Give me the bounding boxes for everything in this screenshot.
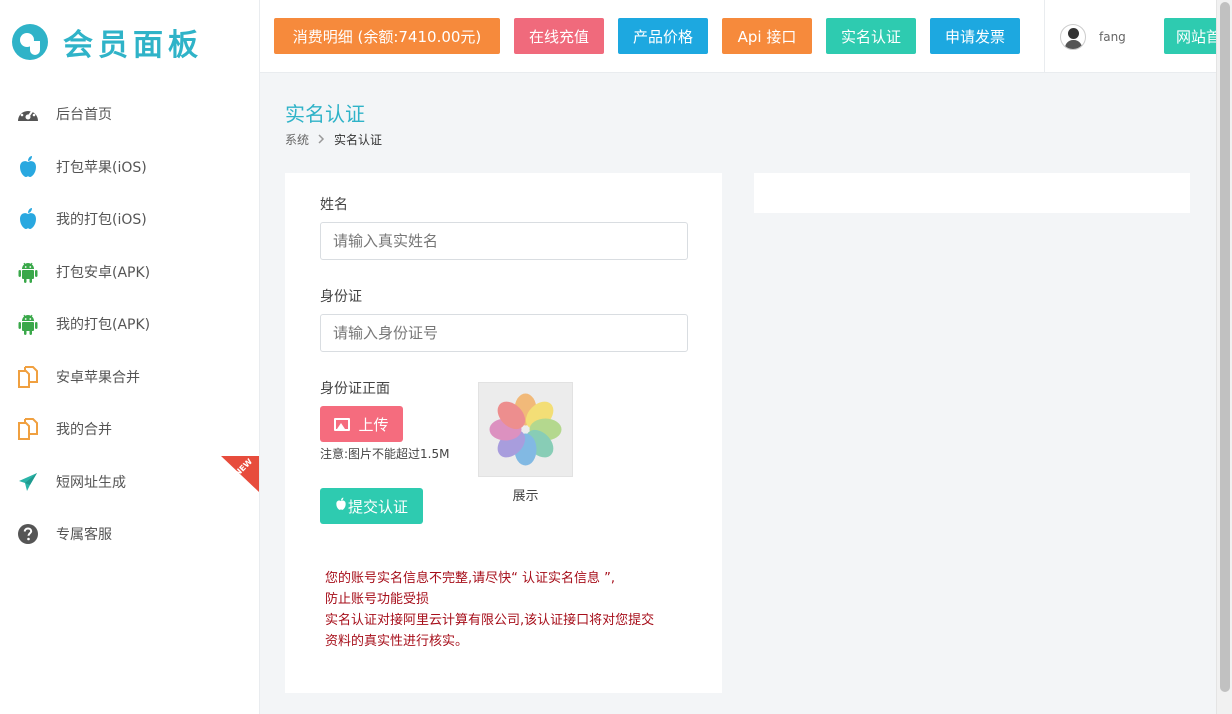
copy-icon (16, 365, 40, 389)
sidebar-item-label: 打包安卓(APK) (56, 264, 151, 281)
android-icon (16, 312, 40, 336)
upload-note: 注意:图片不能超过1.5M (320, 447, 450, 461)
top-bar: 消费明细 (余额:7410.00元) 在线充值 产品价格 Api 接口 实名认证… (260, 0, 1216, 73)
pricing-button[interactable]: 产品价格 (618, 18, 708, 54)
photos-icon (489, 393, 562, 466)
verification-button[interactable]: 实名认证 (826, 18, 916, 54)
recharge-button[interactable]: 在线充值 (514, 18, 604, 54)
new-badge: NEW (221, 455, 259, 492)
id-number-input[interactable] (320, 314, 688, 352)
verification-form: 姓名 身份证 身份证正面 上传 注意:图片不能超过1.5M 展示 提交认证 (285, 173, 722, 693)
warning-line: 实名认证对接阿里云计算有限公司,该认证接口将对您提交 (325, 613, 655, 628)
username[interactable]: fang (1099, 30, 1126, 44)
image-icon (334, 417, 351, 431)
logo-icon (12, 24, 48, 60)
apple-icon (16, 207, 40, 231)
site-home-button[interactable]: 网站首 (1164, 18, 1216, 54)
breadcrumb-root[interactable]: 系统 (285, 131, 309, 148)
warning-line: 防止账号功能受损 (325, 592, 430, 607)
sidebar: 会员面板 后台首页 打包苹果(iOS) 我的打包(iOS) 打包安卓(APK) (0, 0, 260, 714)
android-icon (16, 260, 40, 284)
sidebar-menu: 后台首页 打包苹果(iOS) 我的打包(iOS) 打包安卓(APK) 我的打包(… (0, 88, 259, 561)
preview-label: 展示 (512, 489, 539, 504)
submit-button-label: 提交认证 (347, 497, 408, 516)
page-title: 实名认证 (285, 102, 365, 126)
sidebar-item-support[interactable]: 专属客服 (0, 508, 259, 561)
id-front-label: 身份证正面 (320, 381, 390, 397)
apple-icon (335, 497, 347, 515)
scrollbar[interactable] (1216, 0, 1232, 714)
sidebar-item-label: 我的打包(APK) (56, 317, 151, 334)
sidebar-item-label: 短网址生成 (56, 474, 126, 491)
logo[interactable]: 会员面板 (12, 20, 203, 64)
scrollbar-thumb[interactable] (1220, 2, 1230, 692)
name-label: 姓名 (320, 197, 348, 213)
upload-button-label: 上传 (358, 415, 389, 434)
upload-button[interactable]: 上传 (320, 406, 403, 442)
sidebar-item-label: 后台首页 (56, 107, 112, 124)
breadcrumb-current: 实名认证 (334, 133, 383, 147)
sidebar-item-pack-apk[interactable]: 打包安卓(APK) (0, 246, 259, 299)
plane-icon (16, 470, 40, 494)
submit-button[interactable]: 提交认证 (320, 488, 423, 524)
sidebar-item-my-ios[interactable]: 我的打包(iOS) (0, 193, 259, 246)
invoice-button[interactable]: 申请发票 (930, 18, 1020, 54)
name-input[interactable] (320, 222, 688, 260)
sidebar-item-pack-ios[interactable]: 打包苹果(iOS) (0, 141, 259, 194)
avatar[interactable] (1060, 24, 1086, 50)
billing-button[interactable]: 消费明细 (余额:7410.00元) (274, 18, 500, 54)
copy-icon (16, 417, 40, 441)
sidebar-item-label: 安卓苹果合并 (56, 369, 140, 386)
api-button[interactable]: Api 接口 (722, 18, 812, 54)
id-label: 身份证 (320, 289, 362, 305)
info-panel (754, 173, 1190, 213)
sidebar-item-short-url[interactable]: 短网址生成 NEW (0, 455, 259, 509)
warning-line: 资料的真实性进行核实。 (325, 634, 469, 649)
image-preview (478, 382, 573, 477)
sidebar-item-label: 我的合并 (56, 422, 112, 439)
divider (1044, 0, 1045, 72)
sidebar-item-label: 专属客服 (56, 527, 112, 544)
question-icon (16, 522, 40, 546)
dashboard-icon (16, 102, 40, 126)
sidebar-item-dashboard[interactable]: 后台首页 (0, 88, 259, 141)
sidebar-item-my-merge[interactable]: 我的合并 (0, 403, 259, 456)
sidebar-item-merge[interactable]: 安卓苹果合并 (0, 351, 259, 404)
logo-text: 会员面板 (63, 28, 203, 63)
chevron-right-icon (318, 133, 325, 147)
breadcrumb: 系统 实名认证 (285, 131, 382, 148)
apple-icon (16, 155, 40, 179)
sidebar-item-my-apk[interactable]: 我的打包(APK) (0, 298, 259, 351)
sidebar-item-label: 我的打包(iOS) (56, 212, 147, 229)
sidebar-item-label: 打包苹果(iOS) (56, 159, 147, 176)
warning-line: 您的账号实名信息不完整,请尽快“ 认证实名信息 ”, (325, 571, 615, 586)
